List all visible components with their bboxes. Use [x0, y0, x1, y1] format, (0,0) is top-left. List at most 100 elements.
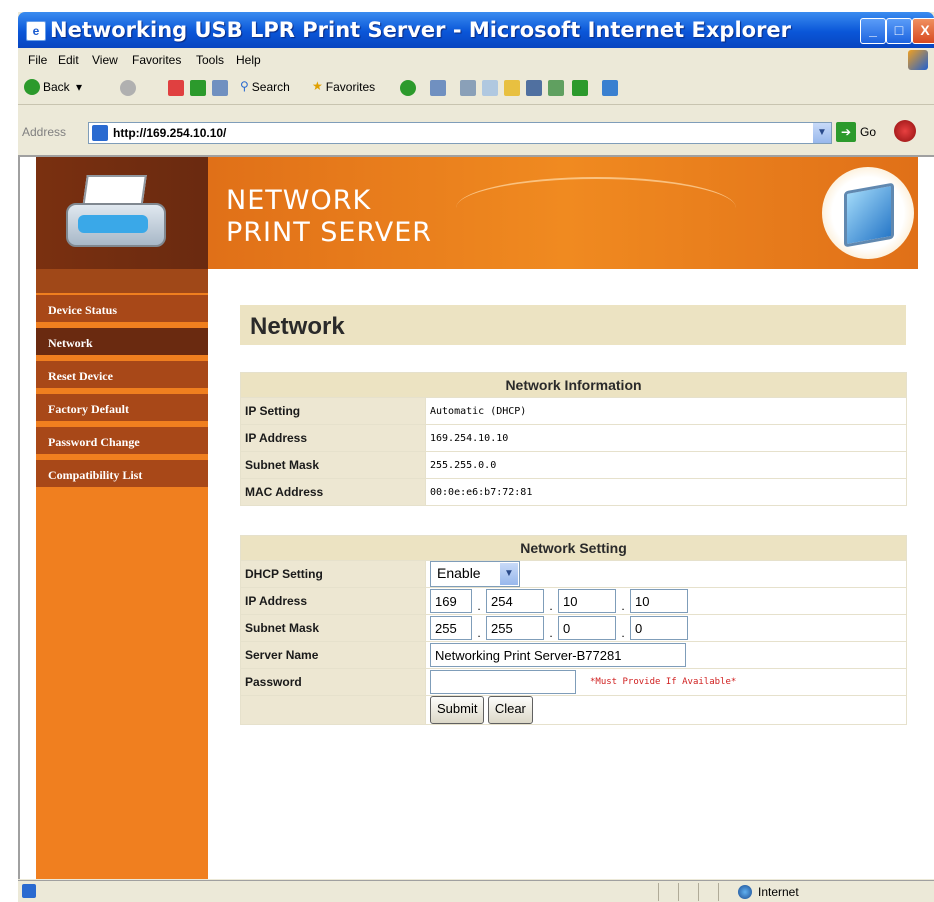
history-icon[interactable] — [400, 80, 416, 96]
table-row: Subnet Mask 255.255.0.0 — [240, 451, 907, 479]
subnet-mask-setting-label: Subnet Mask — [240, 614, 426, 642]
favorites-button[interactable]: ★ Favorites — [312, 79, 375, 94]
subnet-mask-label: Subnet Mask — [240, 451, 426, 479]
network-setting-header: Network Setting — [240, 535, 907, 561]
clear-button[interactable]: Clear — [487, 696, 533, 724]
research-icon[interactable] — [526, 80, 542, 96]
star-icon: ★ — [312, 79, 323, 93]
back-button[interactable]: Back ▾ — [24, 79, 82, 95]
sidebar-item-network[interactable]: Network — [36, 328, 208, 358]
printer-icon — [58, 171, 168, 253]
search-button[interactable]: ⚲ Search — [240, 79, 290, 94]
close-button[interactable]: X — [912, 18, 934, 44]
ie-page-icon: e — [26, 21, 46, 41]
folder-icon[interactable] — [504, 80, 520, 96]
banner-title: NETWORK PRINT SERVER — [226, 185, 433, 248]
table-row: IP Address 169.254.10.10 — [240, 424, 907, 452]
address-input[interactable]: http://169.254.10.10/ ▼ — [88, 122, 832, 144]
table-row: Subnet Mask 255.255.0.0 — [240, 614, 907, 642]
password-label: Password — [240, 668, 426, 696]
server-name-label: Server Name — [240, 641, 426, 669]
globe-icon — [738, 885, 752, 899]
menu-file[interactable]: File — [28, 53, 47, 67]
page-title: Network — [250, 313, 345, 340]
network-information-header: Network Information — [240, 372, 907, 398]
table-row: MAC Address 00:0e:e6:b7:72:81 — [240, 478, 907, 506]
monitor-icon — [844, 182, 894, 248]
menu-edit[interactable]: Edit — [58, 53, 79, 67]
sidebar-top-strip — [36, 269, 208, 293]
ip-octet-4-input[interactable]: 10 — [630, 589, 688, 613]
menu-bar: File Edit View Favorites Tools Help — [18, 48, 934, 73]
print-icon[interactable] — [460, 80, 476, 96]
dhcp-setting-label: DHCP Setting — [240, 560, 426, 588]
mail-icon[interactable] — [430, 80, 446, 96]
ip-setting-label: IP Setting — [240, 397, 426, 425]
mask-octet-3-input[interactable]: 0 — [558, 616, 616, 640]
decorative-swoosh — [456, 177, 736, 239]
sidebar-item-reset-device[interactable]: Reset Device — [36, 361, 208, 391]
go-arrow-icon[interactable]: ➔ — [836, 122, 856, 142]
messenger-icon[interactable] — [548, 80, 564, 96]
ip-octet-2-input[interactable]: 254 — [486, 589, 544, 613]
stop-icon[interactable] — [168, 80, 184, 96]
home-icon[interactable] — [212, 80, 228, 96]
table-row: DHCP Setting Enable ▼ — [240, 560, 907, 588]
network-information-table: Network Information IP Setting Automatic… — [240, 372, 907, 506]
address-url: http://169.254.10.10/ — [113, 126, 227, 140]
submit-button[interactable]: Submit — [430, 696, 485, 724]
dhcp-select[interactable]: Enable ▼ — [430, 561, 520, 587]
back-dropdown-icon[interactable]: ▾ — [76, 80, 82, 94]
server-name-input[interactable]: Networking Print Server-B77281 — [430, 643, 686, 667]
ip-address-label: IP Address — [240, 424, 426, 452]
page-done-icon — [22, 884, 36, 898]
edit-icon[interactable] — [482, 80, 498, 96]
menu-tools[interactable]: Tools — [196, 53, 224, 67]
browser-window: e Networking USB LPR Print Server - Micr… — [18, 12, 934, 902]
address-bar: Address http://169.254.10.10/ ▼ ➔ Go — [18, 105, 934, 157]
windows-logo-icon — [908, 50, 928, 70]
window-title: Networking USB LPR Print Server - Micros… — [50, 18, 792, 42]
table-row: Submit Clear — [240, 695, 907, 725]
password-note: *Must Provide If Available* — [590, 677, 737, 687]
title-bar[interactable]: e Networking USB LPR Print Server - Micr… — [18, 12, 934, 48]
sidebar-item-device-status[interactable]: Device Status — [36, 295, 208, 325]
sidebar: Device Status Network Reset Device Facto… — [36, 269, 208, 879]
password-input[interactable] — [430, 670, 576, 694]
refresh-icon[interactable] — [190, 80, 206, 96]
page-title-bar: Network — [240, 305, 906, 345]
ip-octet-1-input[interactable]: 169 — [430, 589, 472, 613]
maximize-button[interactable]: □ — [886, 18, 912, 44]
toolbar-extension-icon[interactable] — [894, 120, 916, 142]
dhcp-select-value: Enable — [437, 565, 481, 581]
sidebar-item-factory-default[interactable]: Factory Default — [36, 394, 208, 424]
address-dropdown-icon[interactable]: ▼ — [813, 123, 831, 143]
sidebar-item-password-change[interactable]: Password Change — [36, 427, 208, 457]
table-row: Server Name Networking Print Server-B772… — [240, 641, 907, 669]
table-row: IP Setting Automatic (DHCP) — [240, 397, 907, 425]
ip-address-value: 169.254.10.10 — [425, 424, 907, 452]
sidebar-item-compatibility-list[interactable]: Compatibility List — [36, 460, 208, 490]
ip-octet-3-input[interactable]: 10 — [558, 589, 616, 613]
go-button[interactable]: Go — [860, 125, 876, 139]
mask-octet-4-input[interactable]: 0 — [630, 616, 688, 640]
search-icon: ⚲ — [240, 79, 249, 93]
mac-address-value: 00:0e:e6:b7:72:81 — [425, 478, 907, 506]
ip-setting-value: Automatic (DHCP) — [425, 397, 907, 425]
mask-octet-2-input[interactable]: 255 — [486, 616, 544, 640]
tools-icon[interactable] — [572, 80, 588, 96]
minimize-button[interactable]: _ — [860, 18, 886, 44]
page-icon — [92, 125, 108, 141]
menu-help[interactable]: Help — [236, 53, 261, 67]
menu-favorites[interactable]: Favorites — [132, 53, 181, 67]
menu-view[interactable]: View — [92, 53, 118, 67]
chevron-down-icon[interactable]: ▼ — [500, 563, 518, 585]
ip-address-setting-label: IP Address — [240, 587, 426, 615]
mask-octet-1-input[interactable]: 255 — [430, 616, 472, 640]
network-setting-table: Network Setting DHCP Setting Enable ▼ IP… — [240, 535, 907, 725]
header-banner: NETWORK PRINT SERVER — [36, 157, 918, 269]
address-label: Address — [22, 125, 67, 139]
table-row: IP Address 169.254.10.10 — [240, 587, 907, 615]
forward-icon[interactable] — [120, 80, 136, 96]
links-icon[interactable] — [602, 80, 618, 96]
